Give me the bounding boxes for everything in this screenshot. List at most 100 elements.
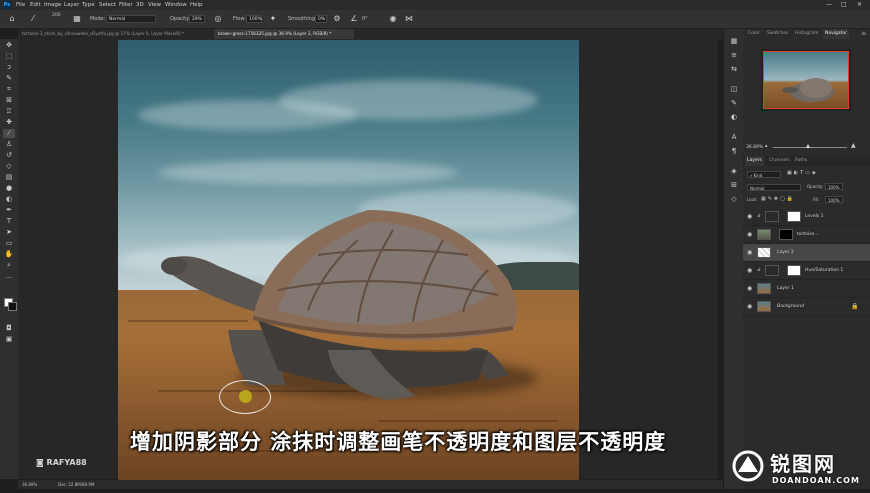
angle-icon[interactable]: ∠ xyxy=(349,14,359,24)
pressure-opacity-icon[interactable]: ◎ xyxy=(213,14,223,24)
move-icon[interactable]: ✥ xyxy=(3,41,15,50)
tab-color[interactable]: Color xyxy=(746,29,762,39)
lasso-icon[interactable]: ↄ xyxy=(3,63,15,72)
tab-channels[interactable]: Channels xyxy=(767,156,792,166)
eyedropper-icon[interactable]: ⍁ xyxy=(3,107,15,116)
smoothing-input[interactable]: 0% xyxy=(315,15,327,23)
mode-select[interactable]: Normal xyxy=(106,15,156,23)
layer-filter-kind[interactable]: ⌕ Kind xyxy=(747,171,781,178)
marquee-icon[interactable]: ⬚ xyxy=(3,52,15,61)
menu-3d[interactable]: 3D xyxy=(136,0,144,10)
menu-edit[interactable]: Edit xyxy=(30,0,41,10)
history-panel-icon[interactable]: ▦ xyxy=(728,37,740,46)
eye-icon[interactable]: ◉ xyxy=(747,226,752,243)
properties-panel-icon[interactable]: ≡ xyxy=(728,51,740,60)
pressure-size-icon[interactable]: ◉ xyxy=(388,14,398,24)
angle-value[interactable]: 0° xyxy=(362,10,368,28)
layer-row-layer2[interactable]: ◉ Layer 2 xyxy=(743,244,870,262)
eye-icon[interactable]: ◉ xyxy=(747,280,752,297)
blend-mode-select[interactable]: Normal xyxy=(747,184,801,191)
zoom-in-icon[interactable]: ▲ xyxy=(851,142,856,149)
clone-panel-icon[interactable]: ◐ xyxy=(728,113,740,122)
layer-fill-input[interactable]: 100% xyxy=(825,196,843,203)
healing-icon[interactable]: ✚ xyxy=(3,118,15,127)
eye-icon[interactable]: ◉ xyxy=(747,208,752,225)
frame-icon[interactable]: ⊠ xyxy=(3,96,15,105)
crop-icon[interactable]: ⌗ xyxy=(3,85,15,94)
menu-filter[interactable]: Filter xyxy=(119,0,133,10)
layer-row-huesat[interactable]: ◉ ↲ Hue/Saturation 1 xyxy=(743,262,870,280)
menu-help[interactable]: Help xyxy=(190,0,203,10)
menu-select[interactable]: Select xyxy=(99,0,116,10)
brush-icon[interactable]: ⁄ xyxy=(28,14,38,24)
lock-icons[interactable]: ▦✎✥▢🔒 xyxy=(761,196,795,202)
quick-select-icon[interactable]: ✎ xyxy=(3,74,15,83)
stamp-icon[interactable]: ♙ xyxy=(3,140,15,149)
brush-settings-icon[interactable]: ▦ xyxy=(72,14,82,24)
channels-panel-icon[interactable]: ⊞ xyxy=(728,181,740,190)
type-icon[interactable]: T xyxy=(3,217,15,226)
layer-mask-thumb[interactable] xyxy=(787,265,801,276)
brush-size[interactable]: 200 xyxy=(52,12,61,20)
layer-row-tortoise[interactable]: ◉ tortoise... xyxy=(743,226,870,244)
background-color-swatch[interactable] xyxy=(8,302,17,311)
navigator-zoom-slider[interactable] xyxy=(773,147,847,148)
path-select-icon[interactable]: ➤ xyxy=(3,228,15,237)
pen-icon[interactable]: ✒ xyxy=(3,206,15,215)
document-canvas[interactable] xyxy=(118,40,579,482)
tab-navigator[interactable]: Navigator xyxy=(823,29,850,39)
adjust-panel-icon[interactable]: ⇆ xyxy=(728,65,740,74)
menu-window[interactable]: Window xyxy=(165,0,187,10)
screen-mode-icon[interactable]: ▣ xyxy=(3,335,15,344)
menu-view[interactable]: View xyxy=(148,0,161,10)
navigator-zoom-knob[interactable] xyxy=(806,144,810,148)
maximize-button[interactable]: □ xyxy=(841,0,847,10)
character-panel-icon[interactable]: A xyxy=(728,133,740,142)
eye-icon[interactable]: ◉ xyxy=(747,298,752,315)
zoom-level[interactable]: 36.89% xyxy=(22,480,37,489)
layer-filter-icons[interactable]: ▣◐T▭◈ xyxy=(787,170,818,176)
tab-grass-document[interactable]: brown-grass-1756325.jpg @ 36.9% (Layer 2… xyxy=(214,29,354,39)
airbrush-icon[interactable]: ✦ xyxy=(268,14,278,24)
tab-tortoise-document[interactable]: tortoise-3_stock_by_silhouwebs_d1yxtfo.j… xyxy=(18,29,214,39)
menu-layer[interactable]: Layer xyxy=(64,0,79,10)
layer-row-levels[interactable]: ◉ ↲ Levels 1 xyxy=(743,208,870,226)
tab-layers[interactable]: Layers xyxy=(745,156,764,166)
eye-icon[interactable]: ◉ xyxy=(747,262,752,279)
panel-menu-icon[interactable]: ≡ xyxy=(861,30,866,37)
tab-paths[interactable]: Paths xyxy=(793,156,809,166)
shape-icon[interactable]: ▭ xyxy=(3,239,15,248)
navigator-zoom-value[interactable]: 36.89% xyxy=(746,145,763,150)
more-tools-icon[interactable]: … xyxy=(3,272,15,281)
tab-histogram[interactable]: Histogram xyxy=(793,29,820,39)
home-icon[interactable]: ⌂ xyxy=(7,14,17,24)
menu-image[interactable]: Image xyxy=(44,0,61,10)
paths-panel-icon[interactable]: ◇ xyxy=(728,195,740,204)
symmetry-icon[interactable]: ⋈ xyxy=(404,14,414,24)
layer-mask-thumb[interactable] xyxy=(779,229,793,240)
blur-icon[interactable]: ● xyxy=(3,184,15,193)
eraser-icon[interactable]: ◇ xyxy=(3,162,15,171)
zoom-out-icon[interactable]: ▴ xyxy=(765,143,768,149)
layer-row-background[interactable]: ◉ Background 🔒 xyxy=(743,298,870,316)
eye-icon[interactable]: ◉ xyxy=(747,244,752,261)
smoothing-settings-icon[interactable]: ⚙ xyxy=(332,14,342,24)
layer-row-layer1[interactable]: ◉ Layer 1 xyxy=(743,280,870,298)
hand-icon[interactable]: ✋ xyxy=(3,250,15,259)
dodge-icon[interactable]: ◐ xyxy=(3,195,15,204)
flow-input[interactable]: 100% xyxy=(246,15,262,23)
brush-panel-icon[interactable]: ✎ xyxy=(728,99,740,108)
quick-mask-icon[interactable]: ◘ xyxy=(3,324,15,333)
paragraph-panel-icon[interactable]: ¶ xyxy=(728,147,740,156)
close-button[interactable]: ✕ xyxy=(857,0,862,10)
libraries-panel-icon[interactable]: ◫ xyxy=(728,85,740,94)
layers-comp-icon[interactable]: ◈ xyxy=(728,167,740,176)
gradient-icon[interactable]: ▤ xyxy=(3,173,15,182)
layer-opacity-input[interactable]: 100% xyxy=(825,183,843,190)
menu-type[interactable]: Type xyxy=(82,0,95,10)
menu-file[interactable]: File xyxy=(16,0,25,10)
brush-tool-icon[interactable]: ⁄ xyxy=(3,129,15,138)
opacity-input[interactable]: 29% xyxy=(189,15,205,23)
minimize-button[interactable]: — xyxy=(826,0,832,10)
zoom-icon[interactable]: ⌕ xyxy=(3,261,15,270)
